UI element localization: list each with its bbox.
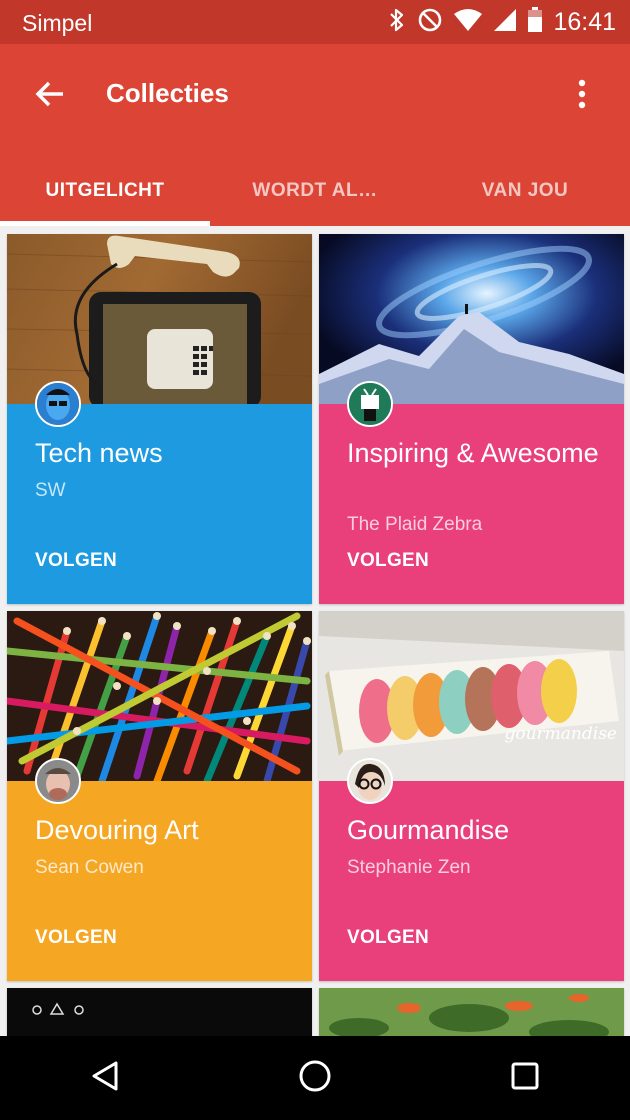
- clock: 16:41: [553, 7, 616, 36]
- collection-card-body: Inspiring & Awesome The Plaid Zebra VOLG…: [319, 381, 624, 604]
- avatar: [35, 381, 81, 427]
- tab-uitgelicht[interactable]: UITGELICHT: [0, 156, 210, 226]
- collection-cover-image: [7, 611, 312, 781]
- system-icons: 16:41: [387, 6, 616, 38]
- collection-card-body: Devouring Art Sean Cowen VOLGEN: [7, 758, 312, 981]
- wifi-icon: [453, 8, 483, 37]
- avatar: [35, 758, 81, 804]
- navigation-bar: [0, 1036, 630, 1120]
- arrow-back-icon: [35, 81, 65, 112]
- nav-back-button[interactable]: [60, 1036, 150, 1120]
- tab-bar: UITGELICHT WORDT AL… VAN JOU: [0, 156, 630, 226]
- home-circle-icon: [298, 1059, 332, 1098]
- nav-home-button[interactable]: [270, 1036, 360, 1120]
- collection-card[interactable]: Inspiring & Awesome The Plaid Zebra VOLG…: [319, 234, 624, 604]
- follow-button[interactable]: VOLGEN: [347, 927, 429, 949]
- back-button[interactable]: [26, 72, 74, 120]
- collection-card[interactable]: Tech news SW VOLGEN: [7, 234, 312, 604]
- overflow-menu-button[interactable]: [564, 72, 600, 120]
- tab-wordt-al[interactable]: WORDT AL…: [210, 156, 420, 226]
- avatar: [347, 758, 393, 804]
- follow-button[interactable]: VOLGEN: [35, 550, 117, 572]
- recents-square-icon: [510, 1061, 540, 1096]
- bluetooth-icon: [387, 7, 407, 38]
- collection-cover-image: [7, 988, 312, 1036]
- signal-icon: [493, 8, 517, 37]
- collection-card[interactable]: [7, 988, 312, 1036]
- collection-card-body: Gourmandise Stephanie Zen VOLGEN: [319, 758, 624, 981]
- follow-button[interactable]: VOLGEN: [347, 550, 429, 572]
- nav-recents-button[interactable]: [480, 1036, 570, 1120]
- collection-author: The Plaid Zebra: [347, 514, 483, 535]
- collection-title: Devouring Art: [35, 815, 199, 845]
- collection-author: SW: [35, 480, 66, 501]
- page-title: Collecties: [106, 78, 229, 108]
- collection-author: Sean Cowen: [35, 857, 144, 878]
- watermark-text: gourmandise: [504, 724, 617, 744]
- tab-van-jou[interactable]: VAN JOU: [420, 156, 630, 226]
- app-bar: Collecties UITGELICHT WORDT AL… VAN JOU: [0, 44, 630, 226]
- collection-title: Tech news: [35, 438, 163, 468]
- collection-card[interactable]: gourmandise Gourmandise Stephanie Zen VO…: [319, 611, 624, 981]
- collection-card-body: Tech news SW VOLGEN: [7, 381, 312, 604]
- collection-card[interactable]: [319, 988, 624, 1036]
- follow-button[interactable]: VOLGEN: [35, 927, 117, 949]
- more-vert-icon: [578, 79, 586, 114]
- collection-cover-image: [319, 988, 624, 1036]
- collections-grid: Tech news SW VOLGEN Inspiring & Awesome …: [0, 226, 630, 1036]
- collection-card[interactable]: Devouring Art Sean Cowen VOLGEN: [7, 611, 312, 981]
- back-triangle-icon: [90, 1060, 120, 1097]
- collection-cover-image: [319, 234, 624, 404]
- collection-title: Inspiring & Awesome: [347, 438, 599, 468]
- collection-title: Gourmandise: [347, 815, 510, 845]
- avatar: [347, 381, 393, 427]
- collection-cover-image: gourmandise: [319, 611, 624, 781]
- collection-cover-image: [7, 234, 312, 404]
- status-bar: Simpel 16:41: [0, 0, 630, 44]
- collection-author: Stephanie Zen: [347, 857, 471, 878]
- battery-icon: [527, 6, 543, 38]
- do-not-disturb-icon: [417, 7, 443, 38]
- carrier-name: Simpel: [22, 10, 93, 36]
